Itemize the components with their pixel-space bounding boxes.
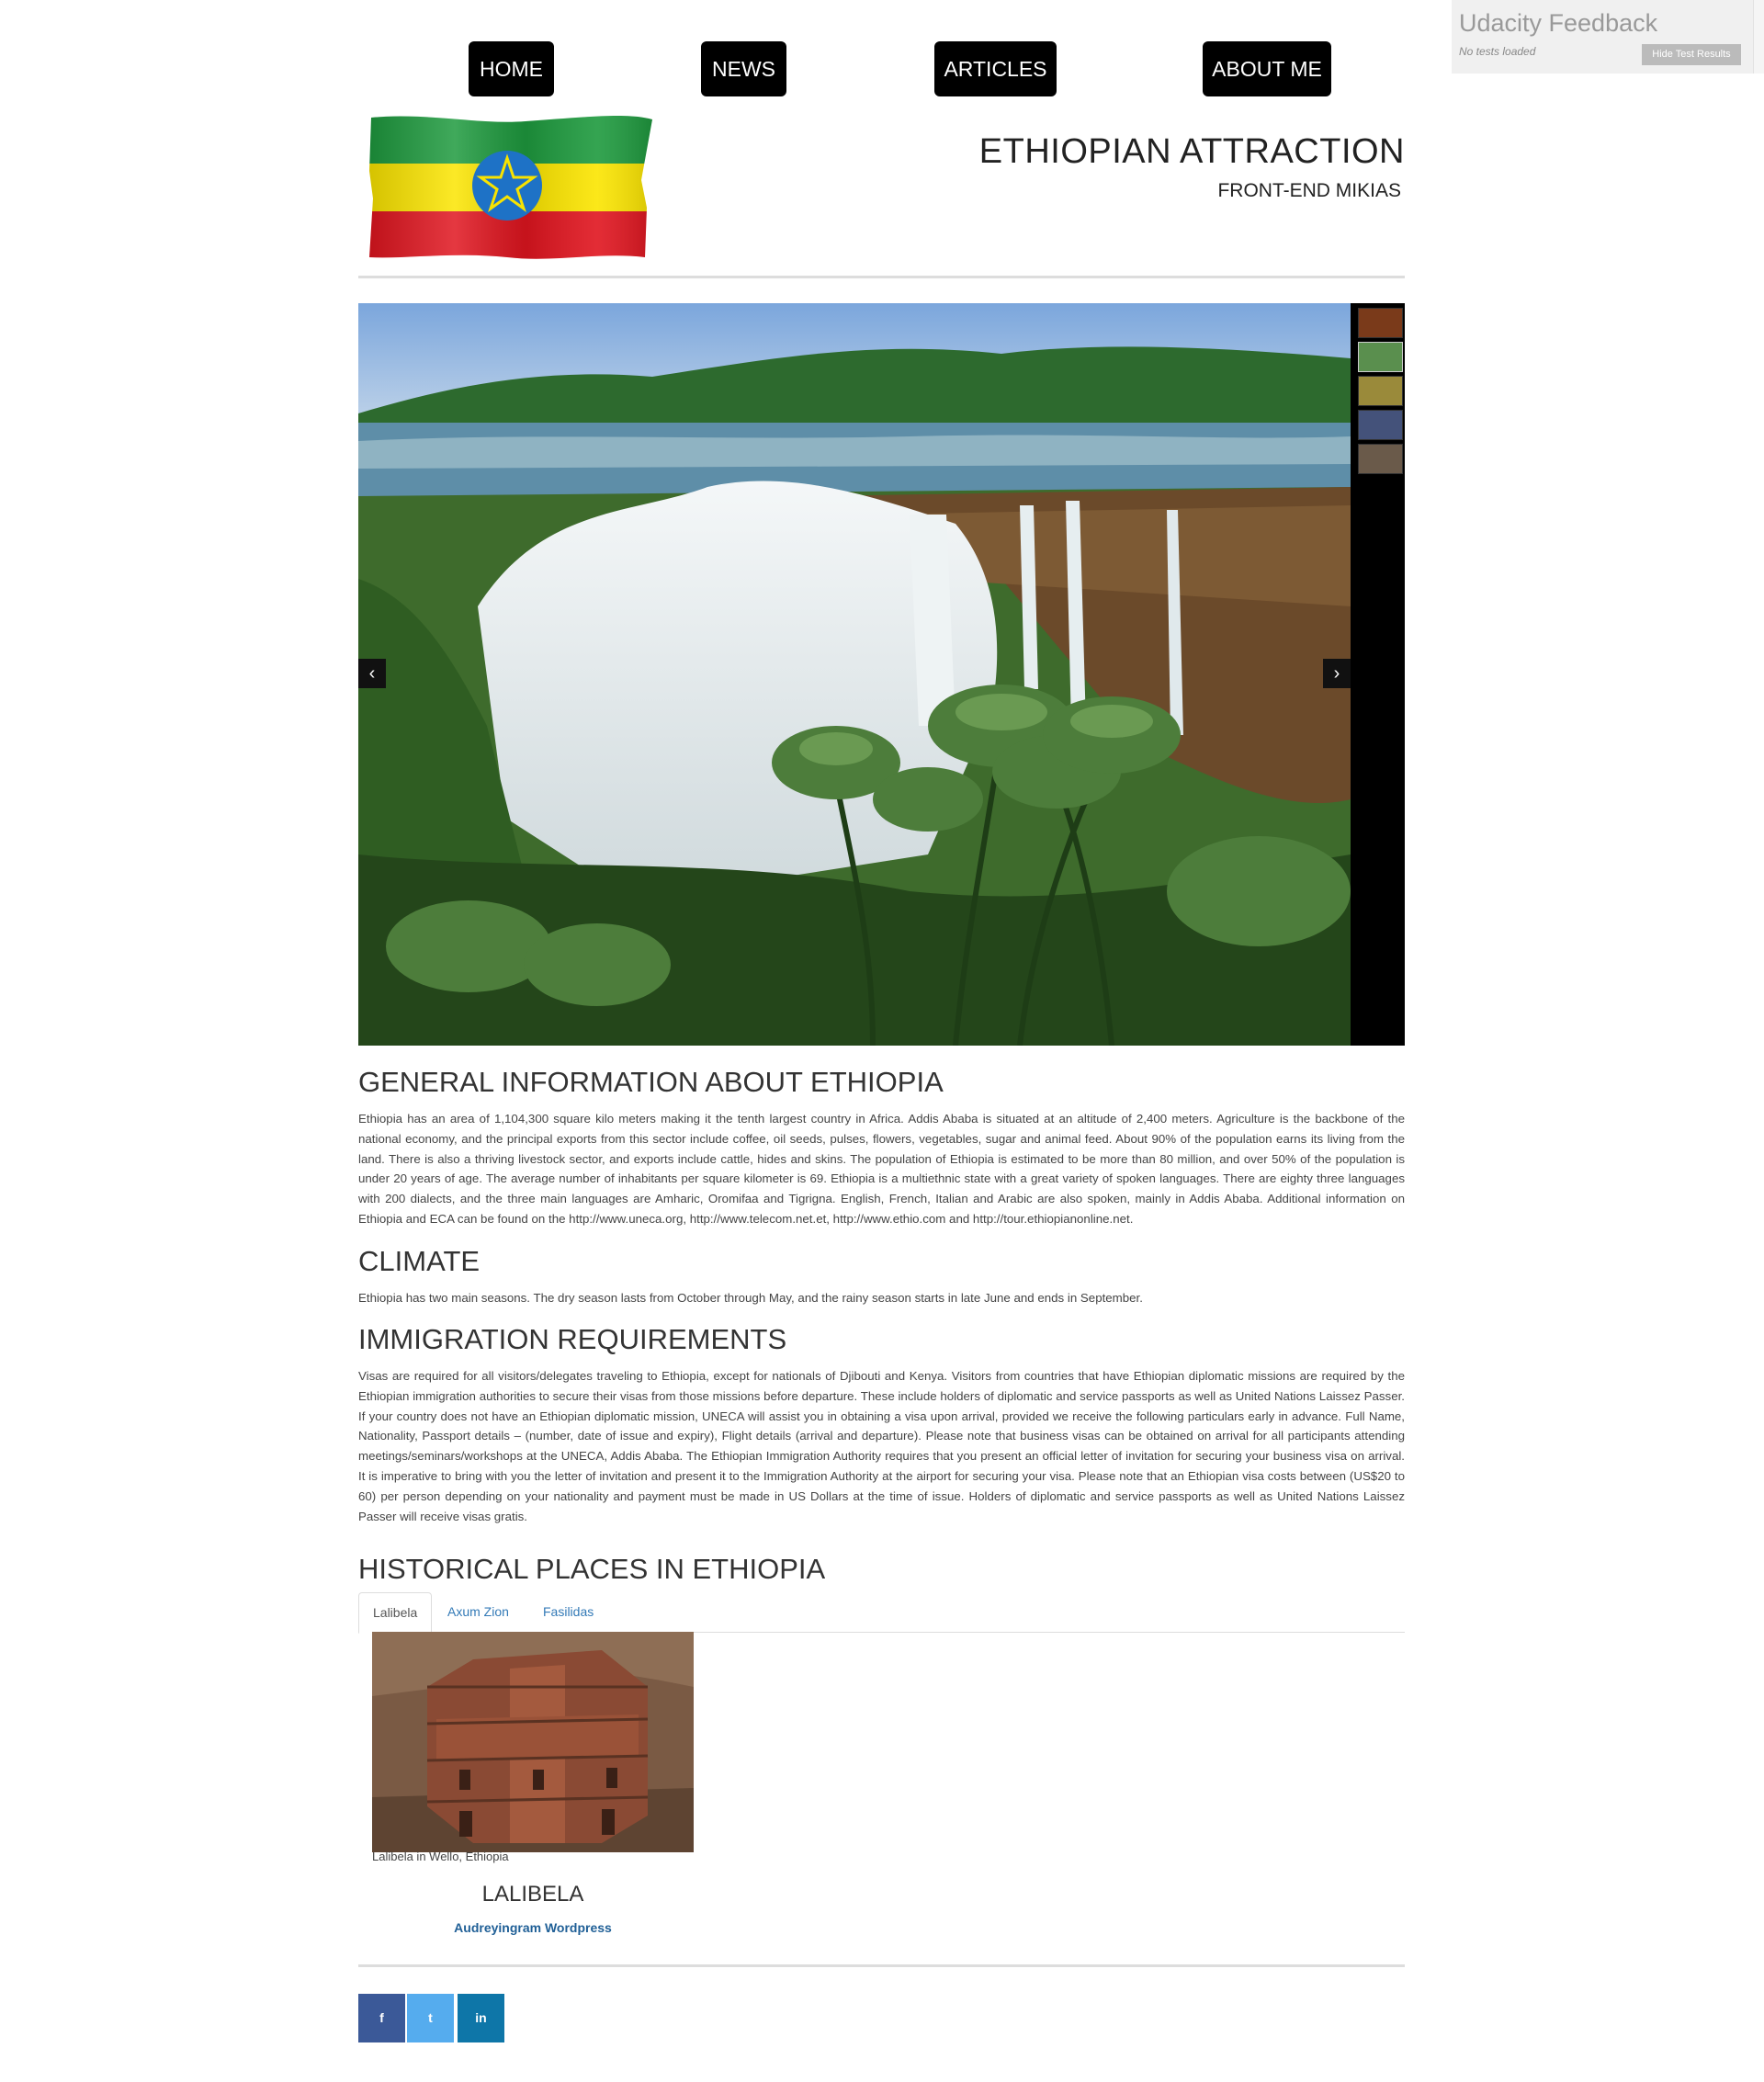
tab-lalibela[interactable]: Lalibela [358, 1592, 433, 1634]
udacity-scrollbar[interactable] [1753, 0, 1764, 74]
hide-test-results-button[interactable]: Hide Test Results [1642, 44, 1741, 65]
nav-articles-button[interactable]: ARTICLES [934, 41, 1057, 96]
nav-news-button[interactable]: NEWS [701, 41, 786, 96]
site-header: ETHIOPIAN ATTRACTION FRONT-END MIKIAS [358, 110, 1405, 278]
facebook-icon: f [379, 2010, 384, 2025]
linkedin-button[interactable]: in [458, 1994, 504, 2042]
lalibela-caption: Lalibela in Wello, Ethiopia [372, 1850, 509, 1863]
historical-places-heading: HISTORICAL PLACES IN ETHIOPIA [358, 1553, 826, 1585]
immigration-text: Visas are required for all visitors/dele… [358, 1369, 1405, 1523]
nav-about-me-button[interactable]: ABOUT ME [1203, 41, 1331, 96]
main-nav: HOME NEWS ARTICLES ABOUT ME [358, 41, 1405, 96]
general-info-heading: GENERAL INFORMATION ABOUT ETHIOPIA [358, 1066, 944, 1098]
footer-divider [358, 1964, 1405, 1967]
tab-axum-zion[interactable]: Axum Zion [434, 1592, 523, 1631]
carousel-thumbnails [1354, 303, 1405, 1046]
carousel-next-button[interactable]: › [1323, 659, 1351, 688]
waterfall-image [358, 303, 1351, 1046]
ethiopia-flag-logo [369, 116, 652, 259]
general-info-text: Ethiopia has an area of 1,104,300 square… [358, 1112, 1405, 1226]
carousel-slide-waterfall [358, 303, 1351, 1046]
twitter-button[interactable]: t [407, 1994, 454, 2042]
climate-text: Ethiopia has two main seasons. The dry s… [358, 1291, 1143, 1305]
lalibela-title: LALIBELA [481, 1882, 584, 1907]
climate-heading: CLIMATE [358, 1245, 481, 1277]
tab-fasilidas[interactable]: Fasilidas [529, 1592, 607, 1631]
udacity-test-status: No tests loaded [1459, 45, 1536, 58]
thumbnail-2[interactable] [1358, 342, 1403, 372]
thumbnail-5[interactable] [1358, 444, 1403, 474]
twitter-icon: t [428, 2010, 433, 2025]
facebook-button[interactable]: f [358, 1994, 405, 2042]
immigration-heading: IMMIGRATION REQUIREMENTS [358, 1323, 787, 1355]
nav-home-button[interactable]: HOME [469, 41, 554, 96]
linkedin-icon: in [475, 2010, 487, 2025]
historical-places-tabs: Lalibela Axum Zion Fasilidas [358, 1592, 1405, 1634]
udacity-feedback-title: Udacity Feedback [1459, 9, 1658, 37]
image-carousel: ‹ › [358, 303, 1405, 1046]
site-subtitle: FRONT-END MIKIAS [1217, 180, 1401, 201]
thumbnail-1[interactable] [1358, 308, 1403, 338]
site-title: ETHIOPIAN ATTRACTION [978, 132, 1405, 171]
lalibela-source-link[interactable]: Audreyingram Wordpress [372, 1920, 694, 1935]
lalibela-image [372, 1632, 694, 1852]
thumbnail-4[interactable] [1358, 410, 1403, 440]
carousel-prev-button[interactable]: ‹ [358, 659, 386, 688]
thumbnail-3[interactable] [1358, 376, 1403, 406]
udacity-feedback-widget: Udacity Feedback No tests loaded Hide Te… [1452, 0, 1764, 74]
